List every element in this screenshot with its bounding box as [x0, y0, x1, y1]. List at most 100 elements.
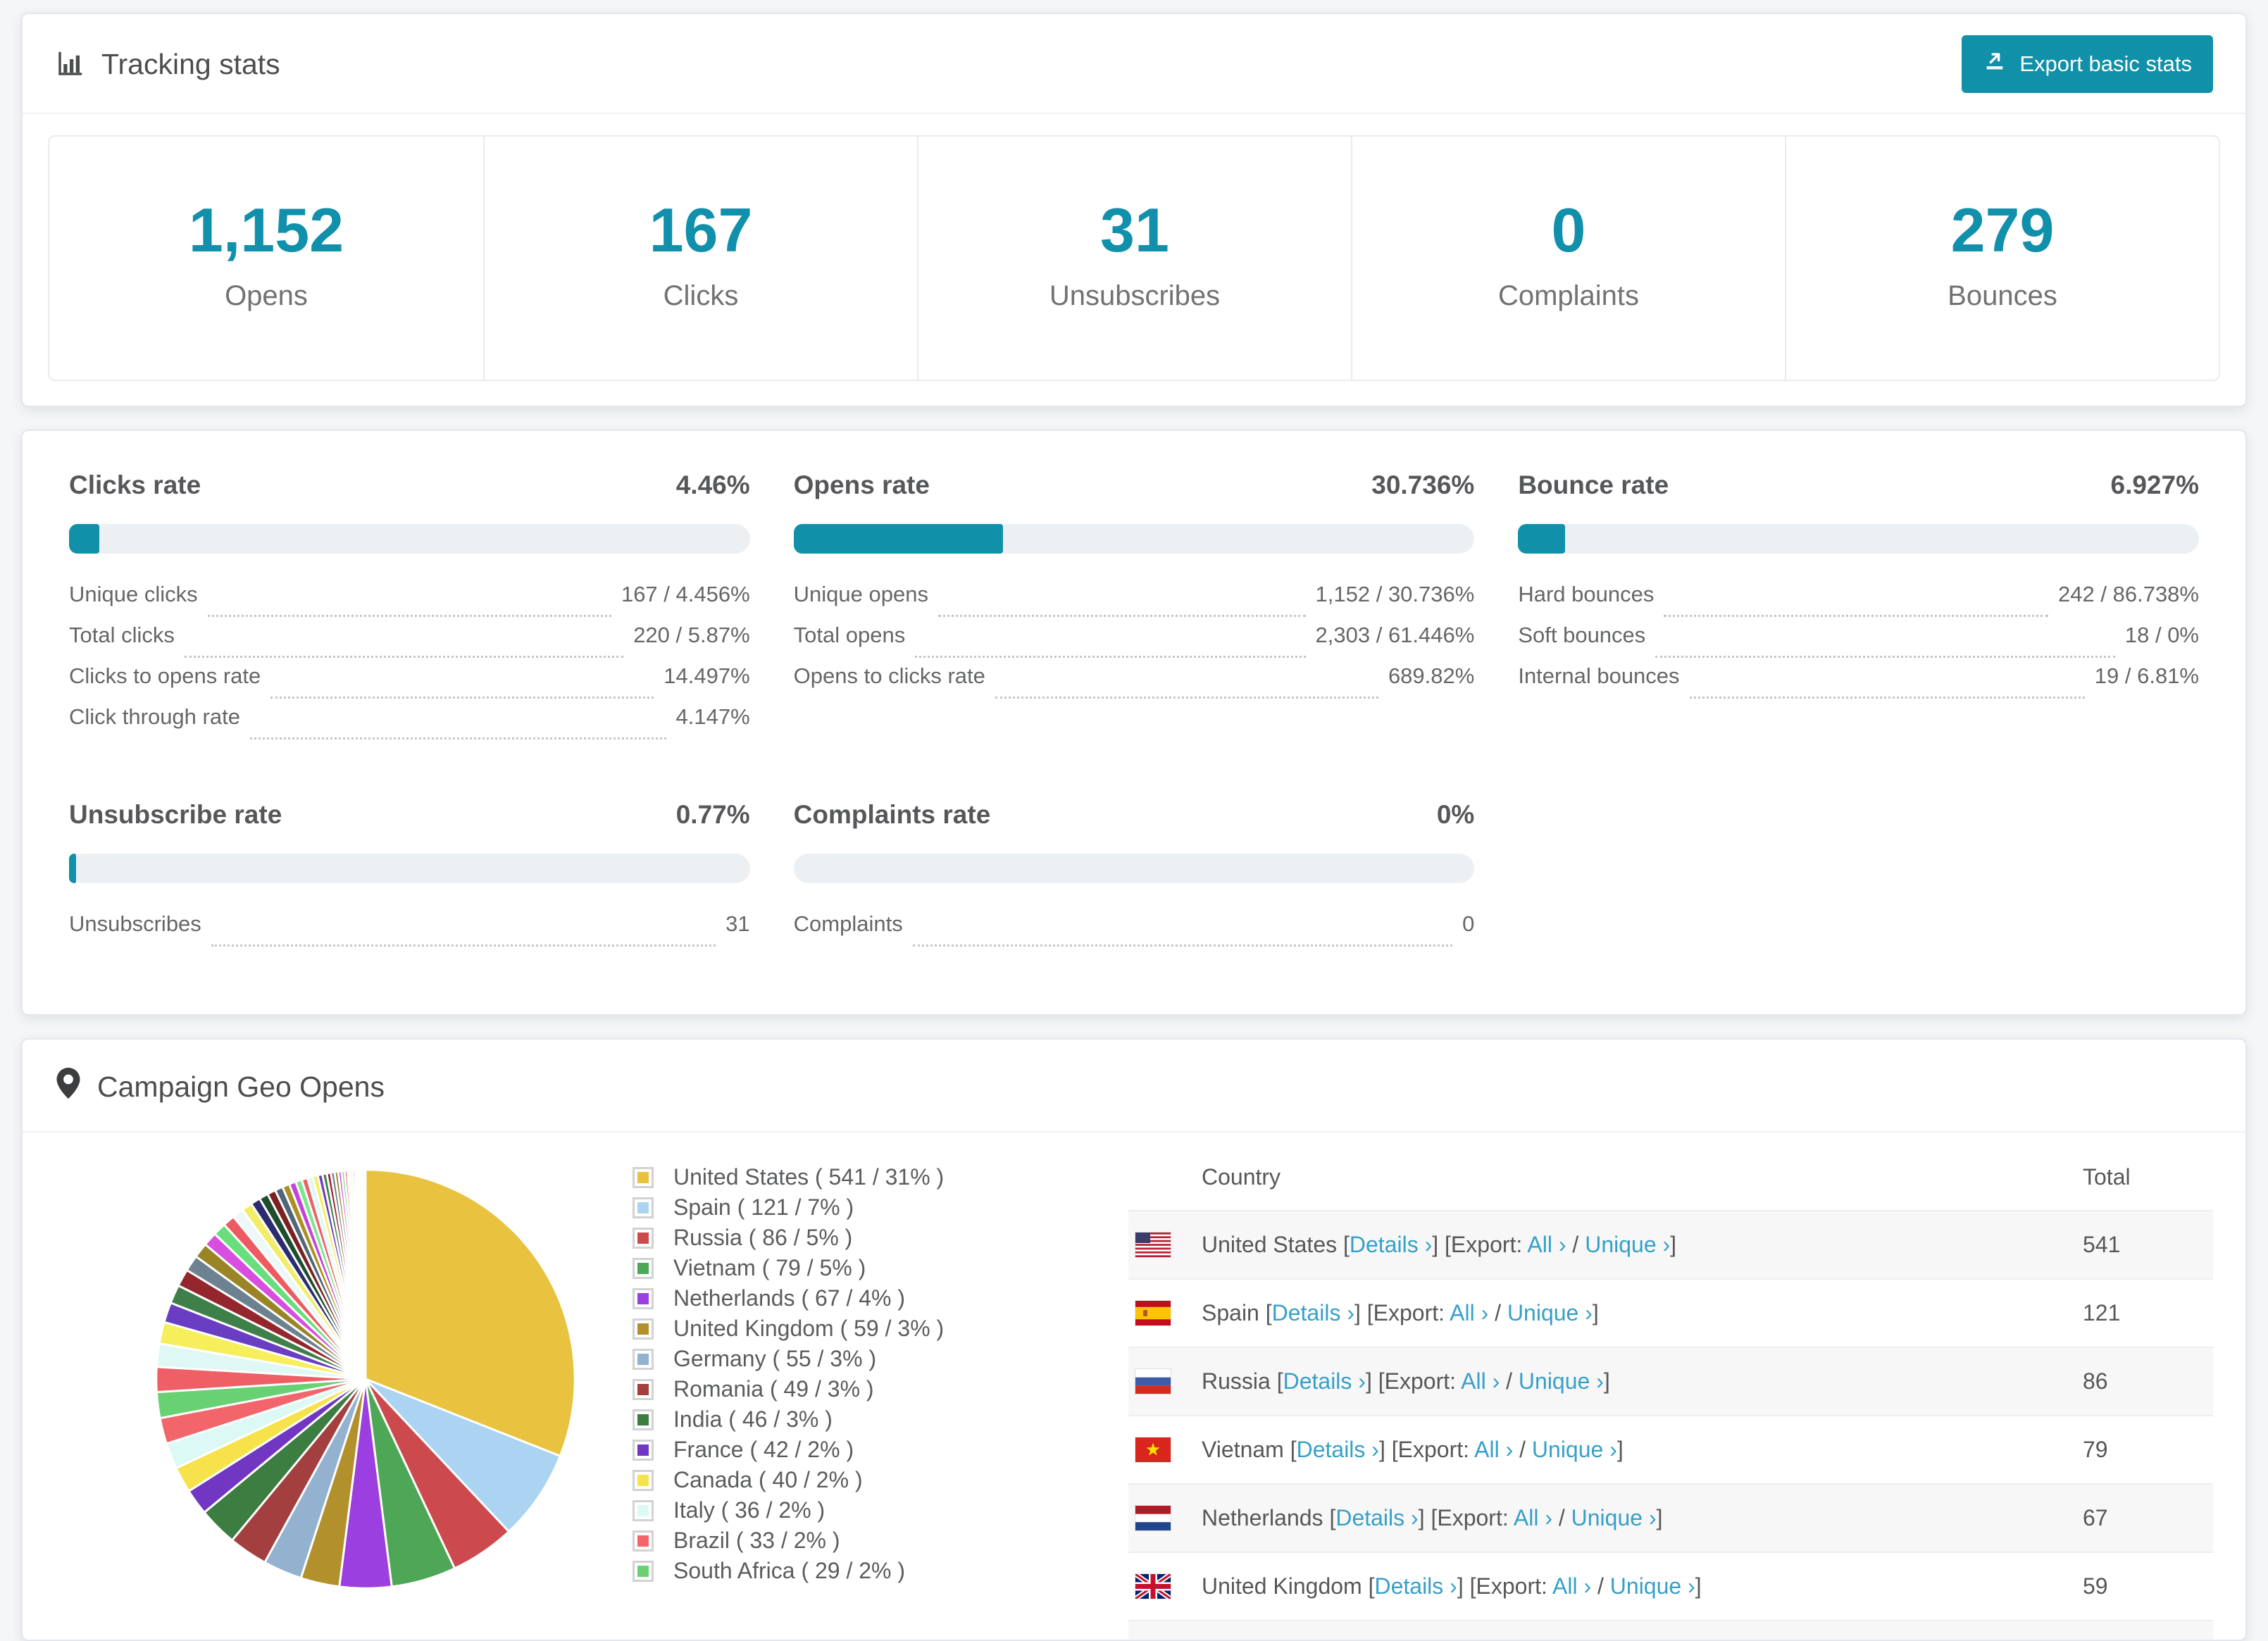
legend-item-france: France ( 42 / 2% ): [633, 1435, 1089, 1465]
rate-detail-row: Hard bounces 242 / 86.738%: [1518, 582, 2199, 623]
rate-detail-value: 2,303 / 61.446%: [1315, 623, 1475, 647]
summary-value: 1,152: [188, 195, 344, 265]
details-link[interactable]: Details ›: [1335, 1505, 1418, 1530]
rate-detail-label: Complaints: [793, 911, 903, 936]
legend-swatch: [633, 1348, 654, 1370]
dotted-leader: [1689, 697, 2085, 699]
pie-chart-svg: [155, 1168, 576, 1590]
export-unique-link[interactable]: Unique ›: [1519, 1368, 1604, 1394]
details-link[interactable]: Details ›: [1350, 1232, 1432, 1257]
rate-detail-row: Total clicks 220 / 5.87%: [69, 623, 750, 663]
rate-detail-value: 0: [1462, 911, 1475, 936]
table-row-de: Germany [Details ›] [Export: All › / Uni…: [1128, 1620, 2213, 1640]
export-all-link[interactable]: All ›: [1450, 1300, 1488, 1325]
rate-detail-label: Click through rate: [69, 704, 240, 729]
flag-gb-icon: [1135, 1574, 1171, 1599]
geo-opens-body: United States ( 541 / 31% ) Spain ( 121 /…: [23, 1133, 2245, 1640]
legend-label: South Africa ( 29 / 2% ): [673, 1558, 906, 1583]
rate-detail-label: Unsubscribes: [69, 911, 201, 936]
rate-head: Bounce rate 6.927%: [1518, 470, 2199, 500]
rate-value: 6.927%: [2110, 470, 2200, 499]
rate-detail-row: Internal bounces 19 / 6.81%: [1518, 663, 2199, 704]
legend-label: Germany ( 55 / 3% ): [673, 1346, 877, 1371]
pie-legend: United States ( 541 / 31% ) Spain ( 121 /…: [633, 1162, 1089, 1640]
rate-detail-value: 14.497%: [663, 663, 750, 688]
column-header-country: Country: [1202, 1163, 1281, 1190]
summary-label: Complaints: [1497, 280, 1640, 311]
legend-swatch: [633, 1439, 654, 1461]
country-text: United Kingdom [Details ›] [Export: All …: [1202, 1573, 1702, 1599]
flag-nl-icon: [1135, 1506, 1171, 1530]
dotted-leader: [912, 944, 1453, 947]
column-header-total: Total: [2083, 1163, 2131, 1190]
details-link[interactable]: Details ›: [1297, 1437, 1379, 1462]
legend-swatch: [633, 1409, 654, 1430]
rate-block-complaints-rate: Complaints rate 0% Complaints 0: [793, 800, 1475, 952]
rate-progress-bar: [1518, 524, 2199, 554]
rate-head: Clicks rate 4.46%: [69, 470, 750, 500]
rate-value: 0%: [1436, 800, 1475, 829]
rate-title: Complaints rate: [793, 800, 991, 829]
page: Tracking stats Export basic stats 1,152 O…: [0, 0, 2268, 1641]
summary-cell-opens: 1,152 Opens: [49, 137, 483, 380]
dotted-leader: [270, 697, 654, 699]
dotted-leader: [1655, 656, 2115, 658]
rate-progress-bar: [793, 524, 1475, 554]
details-link[interactable]: Details ›: [1272, 1300, 1354, 1325]
rate-detail-label: Unique clicks: [69, 582, 198, 606]
dotted-leader: [915, 656, 1306, 658]
rate-progress-bar: [793, 854, 1475, 883]
legend-item-vietnam: Vietnam ( 79 / 5% ): [633, 1253, 1089, 1283]
page-title-text: Tracking stats: [101, 47, 280, 80]
rate-value: 4.46%: [675, 470, 750, 499]
rate-title: Clicks rate: [69, 470, 201, 499]
details-link[interactable]: Details ›: [1374, 1573, 1457, 1599]
export-unique-link[interactable]: Unique ›: [1571, 1505, 1657, 1530]
total-cell: 541: [2083, 1232, 2121, 1257]
country-text: United States [Details ›] [Export: All ›…: [1202, 1232, 1677, 1257]
legend-label: Italy ( 36 / 2% ): [673, 1497, 825, 1523]
details-link[interactable]: Details ›: [1283, 1368, 1366, 1394]
geo-opens-title: Campaign Geo Opens: [97, 1070, 385, 1103]
export-all-link[interactable]: All ›: [1461, 1368, 1500, 1394]
export-all-link[interactable]: All ›: [1514, 1505, 1552, 1530]
total-cell: 79: [2083, 1437, 2108, 1462]
rate-progress-fill: [793, 524, 1003, 554]
legend-item-germany: Germany ( 55 / 3% ): [633, 1344, 1089, 1374]
export-all-link[interactable]: All ›: [1474, 1437, 1513, 1462]
rate-detail-value: 167 / 4.456%: [621, 582, 750, 606]
rate-head: Unsubscribe rate 0.77%: [69, 800, 750, 830]
rate-head: Complaints rate 0%: [794, 800, 1475, 830]
rate-detail-label: Clicks to opens rate: [69, 663, 261, 688]
legend-label: Russia ( 86 / 5% ): [673, 1225, 853, 1250]
legend-swatch: [633, 1378, 654, 1400]
export-icon: [1983, 49, 2007, 79]
legend-item-netherlands: Netherlands ( 67 / 4% ): [633, 1283, 1089, 1314]
export-unique-link[interactable]: Unique ›: [1532, 1437, 1617, 1462]
legend-swatch: [633, 1197, 654, 1218]
legend-swatch: [633, 1257, 654, 1279]
export-all-link[interactable]: All ›: [1552, 1573, 1591, 1599]
rate-detail-label: Total opens: [793, 623, 906, 647]
geo-opens-card: Campaign Geo Opens United States ( 541 /…: [21, 1038, 2247, 1641]
summary-label: Unsubscribes: [1049, 280, 1221, 311]
legend-item-romania: Romania ( 49 / 3% ): [633, 1374, 1089, 1404]
rate-value: 0.77%: [675, 800, 750, 829]
rate-detail-label: Soft bounces: [1518, 623, 1646, 647]
country-cell: Russia [Details ›] [Export: All › / Uniq…: [1128, 1368, 2083, 1394]
export-unique-link[interactable]: Unique ›: [1507, 1300, 1593, 1325]
flag-vn-icon: [1135, 1437, 1171, 1462]
legend-label: United Kingdom ( 59 / 3% ): [673, 1316, 945, 1341]
rate-detail-value: 31: [725, 911, 750, 936]
legend-item-italy: Italy ( 36 / 2% ): [633, 1495, 1089, 1525]
export-unique-link[interactable]: Unique ›: [1610, 1573, 1695, 1599]
export-basic-stats-button[interactable]: Export basic stats: [1962, 35, 2213, 93]
rate-progress-bar: [69, 854, 750, 883]
export-unique-link[interactable]: Unique ›: [1585, 1232, 1670, 1257]
rate-detail-value: 242 / 86.738%: [2058, 582, 2199, 606]
legend-label: Brazil ( 33 / 2% ): [673, 1528, 840, 1553]
rate-detail-row: Soft bounces 18 / 0%: [1518, 623, 2199, 663]
export-button-label: Export basic stats: [2019, 51, 2192, 76]
pie-slice-other-53: [363, 1168, 367, 1380]
export-all-link[interactable]: All ›: [1527, 1232, 1566, 1257]
